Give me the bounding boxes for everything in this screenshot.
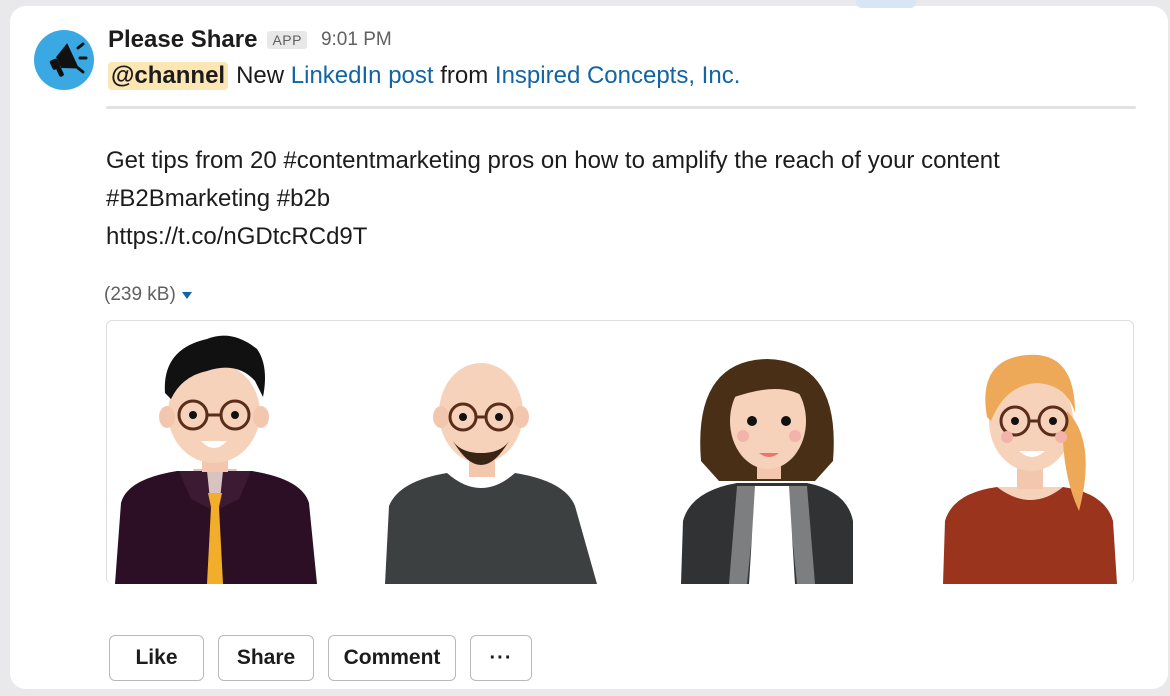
more-actions-button[interactable]: ··· [470, 635, 532, 681]
linkedin-post-link[interactable]: LinkedIn post [291, 62, 434, 90]
comment-button[interactable]: Comment [328, 635, 456, 681]
app-avatar[interactable] [34, 30, 94, 90]
channel-mention[interactable]: @channel [108, 62, 229, 90]
message-header: Please Share APP 9:01 PM [108, 26, 392, 54]
person-4-illustration [943, 354, 1117, 584]
file-size-label: (239 kB) [104, 284, 176, 305]
share-button[interactable]: Share [218, 635, 314, 681]
caret-down-icon[interactable] [181, 291, 192, 299]
action-buttons: Like Share Comment ··· [109, 635, 532, 681]
megaphone-icon [49, 42, 88, 77]
intro-text-new: New [236, 62, 285, 89]
message-timestamp[interactable]: 9:01 PM [321, 29, 392, 51]
message-intro: @channel New LinkedIn post from Inspired… [108, 62, 740, 90]
person-2-illustration [385, 363, 597, 584]
post-text: Get tips from 20 #contentmarketing pros … [106, 142, 1146, 256]
file-size-toggle[interactable]: (239 kB) [104, 284, 192, 306]
people-illustration [115, 335, 1117, 584]
attachment-divider [106, 106, 1136, 109]
like-button[interactable]: Like [109, 635, 204, 681]
top-tab-indicator [856, 0, 916, 8]
post-hashtags[interactable]: #B2Bmarketing #b2b [106, 180, 1146, 218]
company-link[interactable]: Inspired Concepts, Inc. [495, 62, 740, 90]
person-1-illustration [115, 335, 317, 584]
sender-name[interactable]: Please Share [108, 26, 257, 54]
post-short-link[interactable]: https://t.co/nGDtcRCd9T [106, 218, 1146, 256]
attachment-image[interactable] [106, 320, 1134, 584]
post-line: Get tips from 20 #contentmarketing pros … [106, 147, 1000, 174]
app-badge: APP [267, 31, 307, 49]
person-3-illustration [681, 359, 853, 584]
intro-text-from: from [440, 62, 489, 89]
